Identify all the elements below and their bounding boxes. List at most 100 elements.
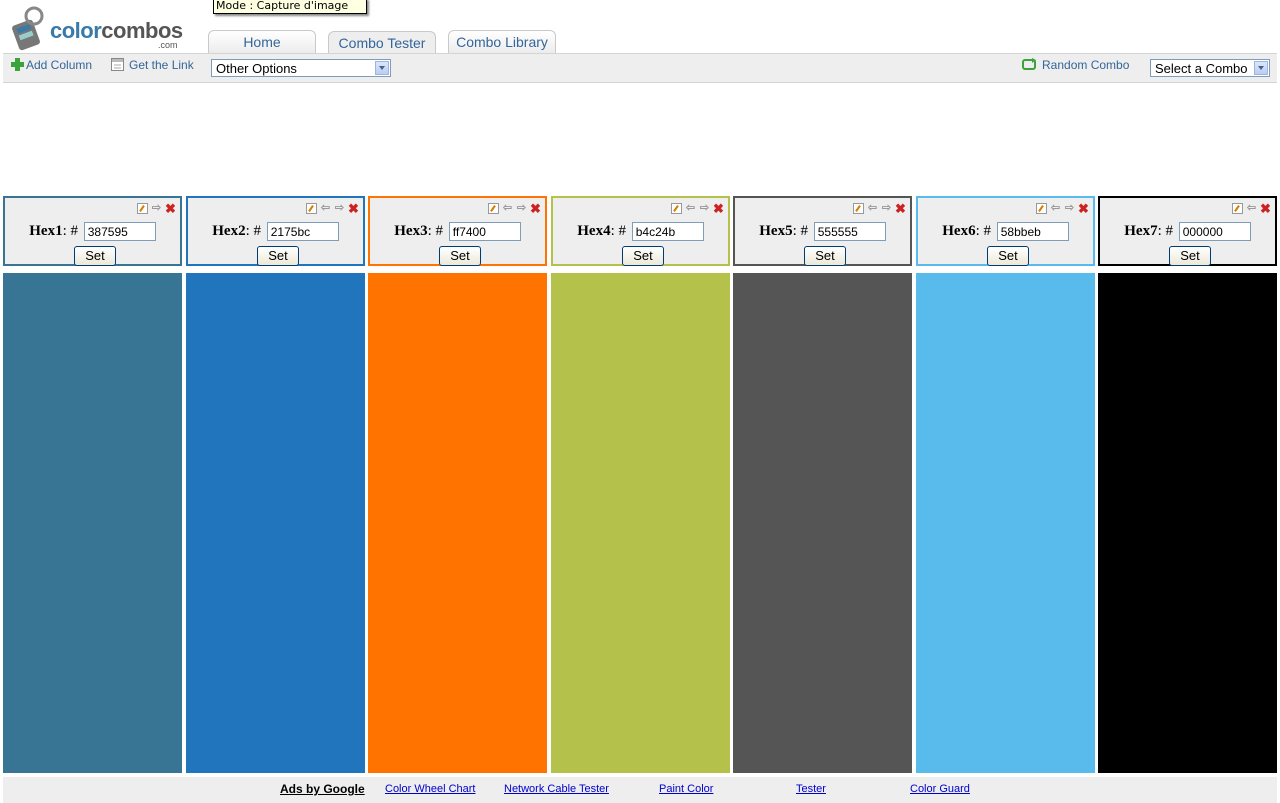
ad-link[interactable]: Color Guard — [910, 783, 970, 795]
chevron-down-icon[interactable] — [1254, 61, 1268, 75]
column-controls: ⇨ ✖ — [134, 202, 176, 215]
ad-link[interactable]: Network Cable Tester — [504, 783, 609, 795]
get-link-button[interactable]: Get the Link — [111, 58, 194, 74]
hex-input[interactable]: 555555 — [813, 222, 886, 241]
hex-label: Hex7 — [1124, 222, 1158, 239]
hex-label: Hex5 — [759, 222, 793, 239]
set-button[interactable]: Set — [257, 246, 299, 266]
random-combo-button[interactable]: Random Combo — [1022, 58, 1129, 74]
edit-icon[interactable] — [306, 203, 317, 214]
arrow-left-icon[interactable]: ⇦ — [502, 203, 513, 214]
arrow-right-icon[interactable]: ⇨ — [151, 203, 162, 214]
column-header: ⇦ ⇨ ✖ Hex6: # 58bbeb Set — [916, 196, 1095, 266]
hex-label: Hex6 — [942, 222, 976, 239]
hex-input[interactable]: 58bbeb — [996, 222, 1069, 241]
color-swatch — [3, 273, 182, 773]
colorcombos-logo[interactable]: colorcombos .com — [12, 4, 192, 52]
other-options-select[interactable]: Other Options — [211, 59, 391, 77]
ad-link[interactable]: Tester — [796, 783, 826, 795]
color-swatch — [733, 273, 912, 773]
column-controls: ⇦ ✖ — [1229, 202, 1271, 215]
chevron-down-icon[interactable] — [375, 61, 389, 75]
arrow-right-icon[interactable]: ⇨ — [334, 203, 345, 214]
close-icon[interactable]: ✖ — [895, 202, 906, 215]
color-swatch — [368, 273, 547, 773]
ad-link[interactable]: Paint Color — [659, 783, 713, 795]
set-button[interactable]: Set — [804, 246, 846, 266]
other-options-value: Other Options — [216, 61, 297, 76]
hex-row: Hex2: # 2175bc — [188, 222, 363, 241]
hex-input[interactable]: 387595 — [83, 222, 156, 241]
hex-row: Hex5: # 555555 — [735, 222, 910, 241]
color-swatch — [1098, 273, 1277, 773]
column-controls: ⇦ ⇨ ✖ — [1033, 202, 1089, 215]
ads-by-google-link[interactable]: Ads by Google — [280, 782, 365, 796]
column-header: ⇦ ✖ Hex7: # 000000 Set — [1098, 196, 1277, 266]
set-button[interactable]: Set — [74, 246, 116, 266]
hex-label: Hex4 — [577, 222, 611, 239]
edit-icon[interactable] — [853, 203, 864, 214]
edit-icon[interactable] — [1036, 203, 1047, 214]
set-button[interactable]: Set — [622, 246, 664, 266]
tab-home[interactable]: Home — [208, 30, 316, 53]
arrow-right-icon[interactable]: ⇨ — [699, 203, 710, 214]
column-header: ⇦ ⇨ ✖ Hex5: # 555555 Set — [733, 196, 912, 266]
hex-label: Hex1 — [29, 222, 63, 239]
footer-ads: Ads by Google Color Wheel Chart Network … — [3, 777, 1277, 803]
set-button[interactable]: Set — [439, 246, 481, 266]
column-controls: ⇦ ⇨ ✖ — [850, 202, 906, 215]
tooltip: Mode : Capture d'image — [213, 0, 367, 14]
column-controls: ⇦ ⇨ ✖ — [303, 202, 359, 215]
refresh-icon — [1022, 58, 1036, 74]
arrow-right-icon[interactable]: ⇨ — [516, 203, 527, 214]
column-controls: ⇦ ⇨ ✖ — [485, 202, 541, 215]
edit-icon[interactable] — [1232, 203, 1243, 214]
plus-icon — [11, 58, 24, 74]
close-icon[interactable]: ✖ — [348, 202, 359, 215]
hex-input[interactable]: ff7400 — [448, 222, 521, 241]
select-combo-select[interactable]: Select a Combo — [1150, 59, 1270, 77]
add-column-button[interactable]: Add Column — [11, 58, 92, 74]
hex-input[interactable]: b4c24b — [631, 222, 704, 241]
arrow-left-icon[interactable]: ⇦ — [1246, 203, 1257, 214]
tab-combo-library[interactable]: Combo Library — [448, 30, 556, 53]
arrow-left-icon[interactable]: ⇦ — [320, 203, 331, 214]
color-swatch — [551, 273, 730, 773]
edit-icon[interactable] — [671, 203, 682, 214]
close-icon[interactable]: ✖ — [1078, 202, 1089, 215]
column-header: ⇦ ⇨ ✖ Hex4: # b4c24b Set — [551, 196, 730, 266]
column-controls: ⇦ ⇨ ✖ — [668, 202, 724, 215]
tab-combo-tester[interactable]: Combo Tester — [328, 31, 436, 54]
hex-row: Hex3: # ff7400 — [370, 222, 545, 241]
set-button[interactable]: Set — [1169, 246, 1211, 266]
hex-input[interactable]: 000000 — [1178, 222, 1251, 241]
close-icon[interactable]: ✖ — [530, 202, 541, 215]
toolbar: Add Column Get the Link Other Options Ra… — [3, 53, 1277, 83]
edit-icon[interactable] — [137, 203, 148, 214]
arrow-left-icon[interactable]: ⇦ — [685, 203, 696, 214]
set-button[interactable]: Set — [987, 246, 1029, 266]
calendar-icon — [111, 58, 124, 74]
add-column-label: Add Column — [26, 58, 93, 72]
close-icon[interactable]: ✖ — [713, 202, 724, 215]
color-column: ⇦ ⇨ ✖ Hex5: # 555555 Set — [733, 196, 912, 773]
hex-row: Hex6: # 58bbeb — [918, 222, 1093, 241]
arrow-right-icon[interactable]: ⇨ — [1064, 203, 1075, 214]
select-combo-value: Select a Combo — [1155, 61, 1248, 76]
arrow-left-icon[interactable]: ⇦ — [1050, 203, 1061, 214]
ad-link[interactable]: Color Wheel Chart — [385, 783, 475, 795]
color-column: ⇦ ⇨ ✖ Hex6: # 58bbeb Set — [916, 196, 1095, 773]
arrow-right-icon[interactable]: ⇨ — [881, 203, 892, 214]
hex-input[interactable]: 2175bc — [266, 222, 339, 241]
hex-label: Hex2 — [212, 222, 246, 239]
random-combo-label: Random Combo — [1042, 58, 1130, 72]
arrow-left-icon[interactable]: ⇦ — [867, 203, 878, 214]
close-icon[interactable]: ✖ — [1260, 202, 1271, 215]
get-link-label: Get the Link — [129, 58, 194, 72]
color-column: ⇦ ⇨ ✖ Hex4: # b4c24b Set — [551, 196, 730, 773]
column-header: ⇦ ⇨ ✖ Hex2: # 2175bc Set — [186, 196, 365, 266]
close-icon[interactable]: ✖ — [165, 202, 176, 215]
color-column: ⇦ ⇨ ✖ Hex2: # 2175bc Set — [186, 196, 365, 773]
color-column: ⇦ ⇨ ✖ Hex3: # ff7400 Set — [368, 196, 547, 773]
edit-icon[interactable] — [488, 203, 499, 214]
